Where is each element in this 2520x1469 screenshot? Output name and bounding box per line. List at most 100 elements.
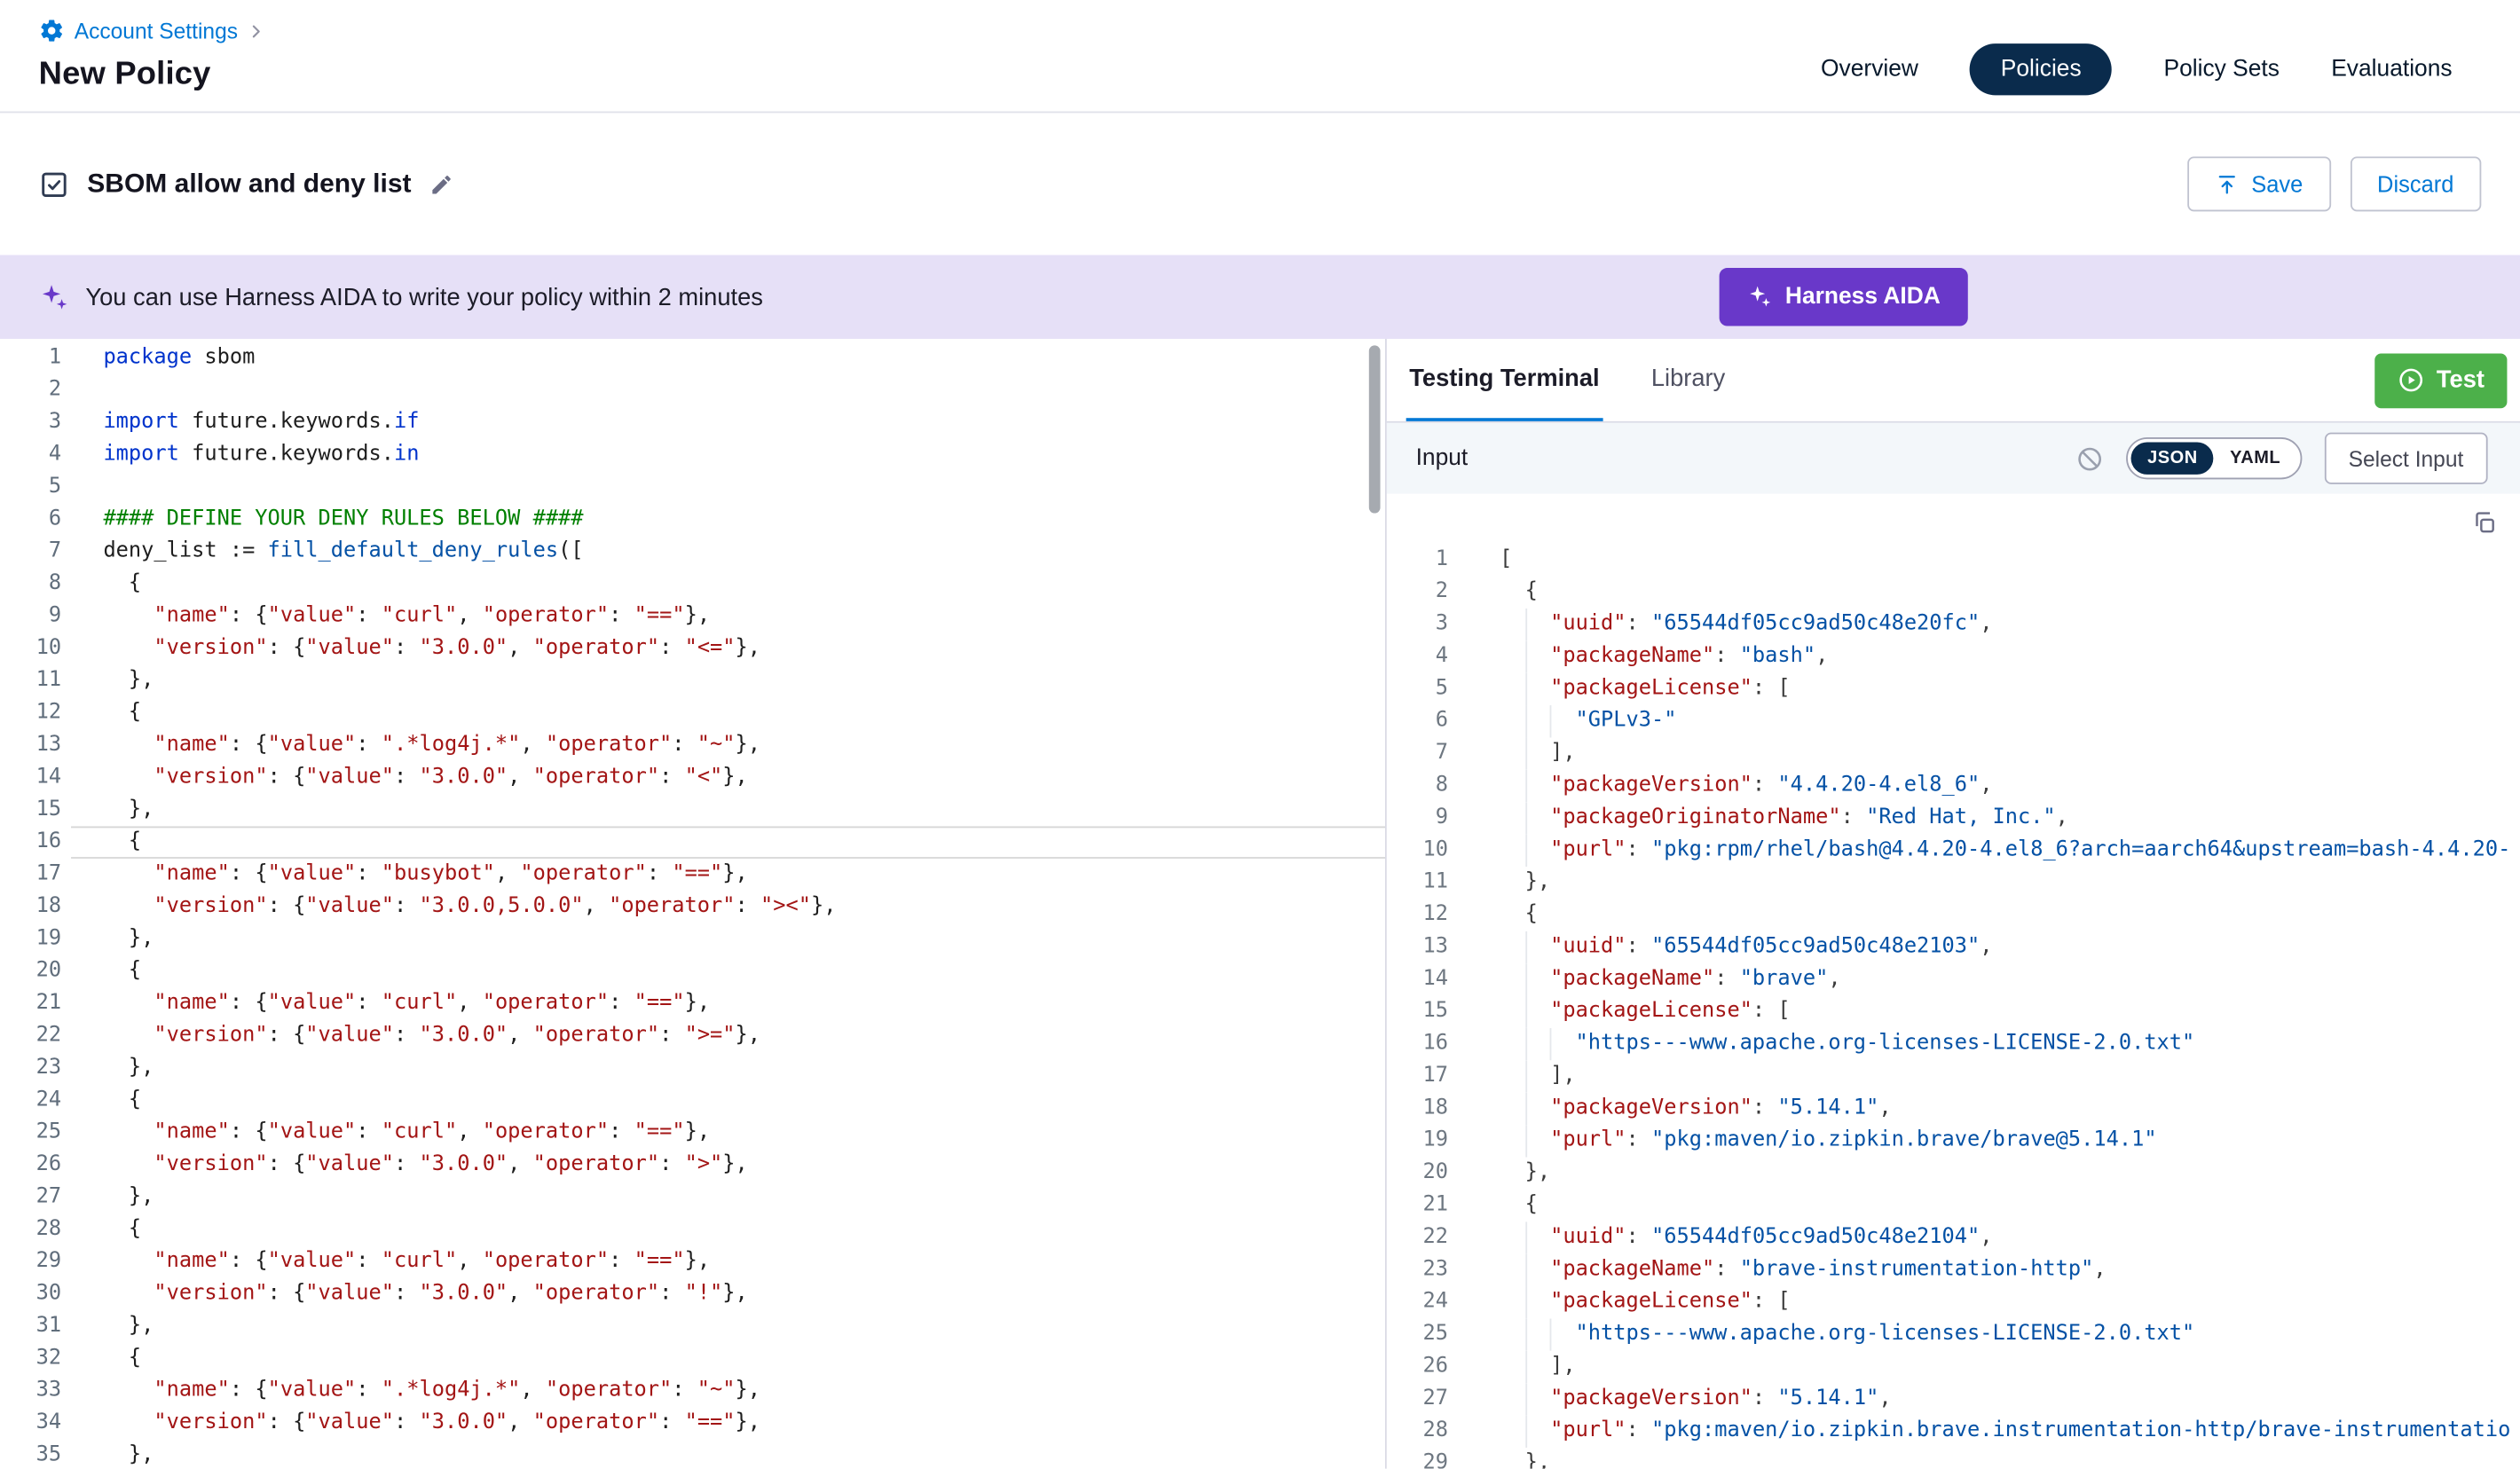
- editor-code-line[interactable]: 1package sbom: [0, 342, 1385, 374]
- editor-code-line[interactable]: 2: [0, 374, 1385, 406]
- tab-testing-terminal[interactable]: Testing Terminal: [1406, 339, 1603, 421]
- editor-code-line[interactable]: 20 {: [0, 955, 1385, 987]
- editor-code-line[interactable]: 12 {: [0, 697, 1385, 729]
- line-number: 8: [1387, 770, 1461, 802]
- gear-icon: [39, 18, 65, 43]
- policy-editor[interactable]: 1package sbom23import future.keywords.if…: [0, 339, 1385, 1469]
- editor-code-line[interactable]: 11 },: [0, 665, 1385, 697]
- editor-code-line[interactable]: 21 "name": {"value": "curl", "operator":…: [0, 987, 1385, 1019]
- editor-code-line[interactable]: 26 "version": {"value": "3.0.0", "operat…: [0, 1149, 1385, 1181]
- editor-code-line[interactable]: 13 "name": {"value": ".*log4j.*", "opera…: [0, 729, 1385, 761]
- test-input-json[interactable]: 1[2{3"uuid": "65544df05cc9ad50c48e20fc",…: [1387, 494, 2520, 1469]
- editor-code-line[interactable]: 6#### DEFINE YOUR DENY RULES BELOW ####: [0, 504, 1385, 536]
- format-yaml[interactable]: YAML: [2214, 443, 2296, 475]
- line-number: 20: [0, 955, 71, 987]
- line-number: 21: [0, 987, 71, 1019]
- editor-code-line[interactable]: 34 "version": {"value": "3.0.0", "operat…: [0, 1407, 1385, 1439]
- tab-policy-sets[interactable]: Policy Sets: [2163, 56, 2280, 82]
- json-code-line[interactable]: 10"purl": "pkg:rpm/rhel/bash@4.4.20-4.el…: [1387, 835, 2520, 867]
- editor-code-line[interactable]: 24 {: [0, 1085, 1385, 1117]
- editor-code-line[interactable]: 16 {: [0, 827, 1385, 859]
- line-number: 2: [1387, 577, 1461, 609]
- json-code-line[interactable]: 7],: [1387, 737, 2520, 769]
- json-code-line[interactable]: 17],: [1387, 1060, 2520, 1092]
- editor-code-line[interactable]: 9 "name": {"value": "curl", "operator": …: [0, 601, 1385, 632]
- json-code-line[interactable]: 3"uuid": "65544df05cc9ad50c48e20fc",: [1387, 609, 2520, 640]
- save-button-label: Save: [2251, 171, 2303, 197]
- json-code-line[interactable]: 9"packageOriginatorName": "Red Hat, Inc.…: [1387, 802, 2520, 834]
- tab-policies[interactable]: Policies: [1970, 43, 2112, 94]
- editor-code-line[interactable]: 19 },: [0, 923, 1385, 955]
- line-number: 22: [1387, 1222, 1461, 1253]
- discard-button[interactable]: Discard: [2350, 156, 2481, 211]
- prohibited-icon[interactable]: [2076, 444, 2104, 472]
- json-code-line[interactable]: 14"packageName": "brave",: [1387, 963, 2520, 995]
- json-code-line[interactable]: 23"packageName": "brave-instrumentation-…: [1387, 1254, 2520, 1286]
- tab-overview[interactable]: Overview: [1821, 56, 1918, 82]
- test-button[interactable]: Test: [2375, 353, 2508, 408]
- editor-code-line[interactable]: 15 },: [0, 794, 1385, 826]
- json-code-line[interactable]: 5"packageLicense": [: [1387, 673, 2520, 705]
- json-code-line[interactable]: 27"packageVersion": "5.14.1",: [1387, 1383, 2520, 1415]
- editor-code-line[interactable]: 7deny_list := fill_default_deny_rules([: [0, 536, 1385, 568]
- copy-icon[interactable]: [2471, 510, 2497, 541]
- json-code-line[interactable]: 25"https---www.apache.org-licenses-LICEN…: [1387, 1318, 2520, 1350]
- editor-code-line[interactable]: 10 "version": {"value": "3.0.0", "operat…: [0, 632, 1385, 664]
- editor-code-line[interactable]: 35 },: [0, 1440, 1385, 1469]
- json-code-line[interactable]: 22"uuid": "65544df05cc9ad50c48e2104",: [1387, 1222, 2520, 1253]
- harness-aida-button[interactable]: Harness AIDA: [1719, 268, 1967, 326]
- json-code-line[interactable]: 21{: [1387, 1190, 2520, 1222]
- editor-code-line[interactable]: 14 "version": {"value": "3.0.0", "operat…: [0, 762, 1385, 794]
- editor-code-line[interactable]: 33 "name": {"value": ".*log4j.*", "opera…: [0, 1375, 1385, 1407]
- editor-code-line[interactable]: 22 "version": {"value": "3.0.0", "operat…: [0, 1020, 1385, 1052]
- editor-code-line[interactable]: 8 {: [0, 568, 1385, 600]
- json-code-line[interactable]: 11},: [1387, 867, 2520, 899]
- json-code-line[interactable]: 18"packageVersion": "5.14.1",: [1387, 1093, 2520, 1125]
- json-code-line[interactable]: 8"packageVersion": "4.4.20-4.el8_6",: [1387, 770, 2520, 802]
- json-code-line[interactable]: 6"GPLv3-": [1387, 705, 2520, 737]
- policy-actions: Save Discard: [2187, 156, 2482, 211]
- line-number: 9: [1387, 802, 1461, 834]
- line-number: 28: [0, 1214, 71, 1245]
- editor-code-line[interactable]: 18 "version": {"value": "3.0.0,5.0.0", "…: [0, 891, 1385, 923]
- select-input-button[interactable]: Select Input: [2324, 433, 2487, 484]
- editor-scrollbar[interactable]: [1369, 345, 1381, 513]
- json-code-line[interactable]: 13"uuid": "65544df05cc9ad50c48e2103",: [1387, 931, 2520, 963]
- json-code-line[interactable]: 26],: [1387, 1351, 2520, 1383]
- tab-evaluations[interactable]: Evaluations: [2331, 56, 2452, 82]
- format-json[interactable]: JSON: [2131, 443, 2214, 475]
- json-code-line[interactable]: 4"packageName": "bash",: [1387, 640, 2520, 672]
- upload-icon: [2214, 172, 2238, 196]
- json-code-line[interactable]: 2{: [1387, 577, 2520, 609]
- json-code-line[interactable]: 1[: [1387, 544, 2520, 576]
- editor-code-line[interactable]: 4import future.keywords.in: [0, 439, 1385, 471]
- json-code-line[interactable]: 16"https---www.apache.org-licenses-LICEN…: [1387, 1028, 2520, 1060]
- editor-code-line[interactable]: 31 },: [0, 1310, 1385, 1342]
- tab-library[interactable]: Library: [1648, 339, 1729, 421]
- edit-pencil-icon[interactable]: [429, 172, 453, 196]
- json-code-line[interactable]: 12{: [1387, 899, 2520, 931]
- editor-code-line[interactable]: 27 },: [0, 1182, 1385, 1214]
- json-code-line[interactable]: 28"purl": "pkg:maven/io.zipkin.brave.ins…: [1387, 1416, 2520, 1448]
- json-code-line[interactable]: 19"purl": "pkg:maven/io.zipkin.brave/bra…: [1387, 1125, 2520, 1157]
- editor-code-line[interactable]: 17 "name": {"value": "busybot", "operato…: [0, 859, 1385, 891]
- json-code-line[interactable]: 29},: [1387, 1448, 2520, 1469]
- editor-code-line[interactable]: 23 },: [0, 1052, 1385, 1084]
- json-code-line[interactable]: 24"packageLicense": [: [1387, 1286, 2520, 1318]
- editor-code-line[interactable]: 28 {: [0, 1214, 1385, 1245]
- format-toggle: JSON YAML: [2126, 437, 2301, 479]
- json-code-line[interactable]: 20},: [1387, 1157, 2520, 1189]
- line-number: 25: [0, 1117, 71, 1149]
- save-button[interactable]: Save: [2187, 156, 2331, 211]
- editor-code-line[interactable]: 25 "name": {"value": "curl", "operator":…: [0, 1117, 1385, 1149]
- breadcrumb-account-settings[interactable]: Account Settings: [75, 19, 238, 43]
- line-number: 5: [1387, 673, 1461, 705]
- json-code-line[interactable]: 15"packageLicense": [: [1387, 996, 2520, 1028]
- editor-code-line[interactable]: 30 "version": {"value": "3.0.0", "operat…: [0, 1278, 1385, 1310]
- editor-code-line[interactable]: 3import future.keywords.if: [0, 406, 1385, 438]
- editor-code-line[interactable]: 29 "name": {"value": "curl", "operator":…: [0, 1246, 1385, 1278]
- editor-code-line[interactable]: 32 {: [0, 1343, 1385, 1375]
- line-number: 13: [1387, 931, 1461, 963]
- line-number: 11: [1387, 867, 1461, 899]
- editor-code-line[interactable]: 5: [0, 471, 1385, 503]
